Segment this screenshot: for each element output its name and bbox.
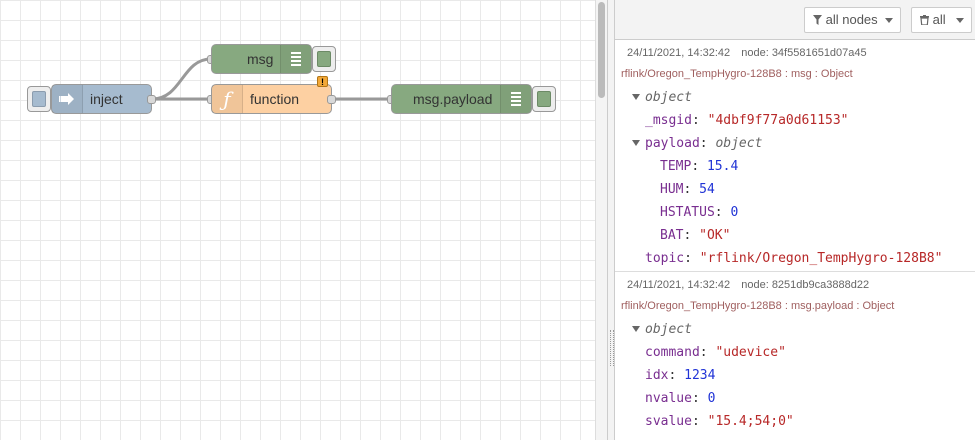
debug-toolbar: all nodes all [615, 0, 975, 40]
tree-row-payload-2: HSTATUS: 0 [660, 205, 739, 220]
caret-down-icon [632, 94, 640, 100]
payload-debug-label: msg.payload [413, 91, 493, 107]
tree-row-prop-1: idx: 1234 [645, 368, 716, 383]
clear-all-label: all [932, 12, 946, 27]
sidebar-resize-handle[interactable] [607, 0, 615, 440]
function-node[interactable]: ƒ function [211, 84, 332, 114]
message-topic: rflink/Oregon_TempHygro-128B8 : msg.payl… [621, 300, 895, 312]
tree-row-payload-3: BAT: "OK" [660, 228, 731, 243]
debug-message: 24/11/2021, 14:32:42 node: 8251db9ca3888… [615, 272, 975, 440]
message-timestamp: 24/11/2021, 14:32:42 [627, 279, 731, 291]
msg-debug-node[interactable]: msg [211, 44, 312, 74]
tree-root-toggle[interactable]: object [632, 322, 692, 337]
msg-debug-toggle-button[interactable] [312, 46, 336, 72]
message-node-id[interactable]: node: 34f5581651d07a45 [741, 47, 866, 59]
debug-list-icon [500, 85, 531, 113]
payload-debug-toggle-button[interactable] [532, 86, 556, 112]
filter-nodes-dropdown[interactable]: all nodes [804, 7, 901, 33]
inject-node[interactable]: inject [51, 84, 152, 114]
resize-grip-icon [610, 330, 614, 366]
inject-trigger-button[interactable] [27, 86, 51, 112]
filter-nodes-label: all nodes [825, 12, 878, 27]
message-timestamp: 24/11/2021, 14:32:42 [627, 47, 731, 59]
debug-list-icon [280, 45, 311, 73]
tree-row-prop-3: svalue: "15.4;54;0" [645, 414, 794, 429]
message-node-id[interactable]: node: 8251db9ca3888d22 [741, 279, 869, 291]
trash-icon [920, 9, 929, 33]
message-meta: 24/11/2021, 14:32:42 node: 34f5581651d07… [627, 47, 867, 59]
debug-message: 24/11/2021, 14:32:42 node: 34f5581651d07… [615, 40, 975, 272]
function-warning-badge: ! [317, 76, 328, 87]
msg-debug-label: msg [247, 51, 274, 67]
tree-payload-toggle[interactable]: payload: object [632, 136, 762, 151]
workspace-scrollbar-thumb[interactable] [598, 2, 605, 98]
inject-output-port[interactable] [147, 95, 156, 104]
tree-row-prop-0: command: "udevice" [645, 345, 786, 360]
message-meta: 24/11/2021, 14:32:42 node: 8251db9ca3888… [627, 279, 869, 291]
tree-row-payload-1: HUM: 54 [660, 182, 715, 197]
inject-label: inject [90, 91, 123, 107]
tree-root-toggle[interactable]: object [632, 90, 692, 105]
tree-row-prop-2: nvalue: 0 [645, 391, 716, 406]
clear-messages-dropdown[interactable]: all [911, 7, 972, 33]
tree-row-topic: topic: "rflink/Oregon_TempHygro-128B8" [645, 251, 943, 266]
tree-row-payload-0: TEMP: 15.4 [660, 159, 739, 174]
workspace-scrollbar[interactable] [595, 0, 607, 440]
tree-row-msgid: _msgid: "4dbf9f77a0d61153" [645, 113, 849, 128]
chevron-down-icon [956, 18, 964, 23]
wire-inject-to-msg [151, 57, 212, 101]
payload-debug-node[interactable]: msg.payload [391, 84, 532, 114]
filter-icon [813, 9, 822, 33]
function-icon: ƒ [212, 85, 243, 113]
message-topic: rflink/Oregon_TempHygro-128B8 : msg : Ob… [621, 68, 853, 80]
inject-arrow-icon [52, 85, 83, 113]
caret-down-icon [632, 140, 640, 146]
flow-workspace[interactable]: inject msg ƒ function ! msg.payload [0, 0, 595, 440]
caret-down-icon [632, 326, 640, 332]
chevron-down-icon [885, 18, 893, 23]
function-output-port[interactable] [327, 95, 336, 104]
debug-sidebar: all nodes all 24/11/2021, 14:32:42 node:… [615, 0, 975, 440]
function-label: function [250, 91, 300, 107]
